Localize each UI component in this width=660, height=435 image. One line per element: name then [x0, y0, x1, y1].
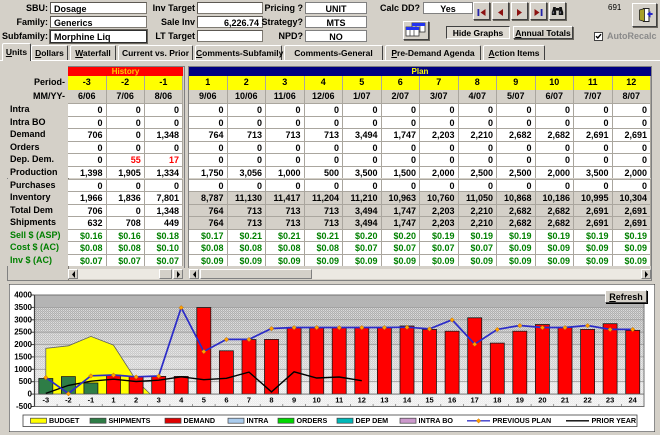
svg-text:4000: 4000: [14, 291, 32, 300]
svg-text:-3: -3: [42, 396, 49, 405]
svg-text:2500: 2500: [14, 328, 32, 337]
svg-text:12: 12: [358, 396, 366, 405]
svg-text:3000: 3000: [14, 315, 32, 324]
svg-text:5: 5: [202, 396, 206, 405]
svg-text:SHIPMENTS: SHIPMENTS: [109, 416, 151, 425]
svg-text:-500: -500: [16, 402, 33, 411]
svg-text:ORDERS: ORDERS: [297, 416, 328, 425]
svg-text:2: 2: [134, 396, 138, 405]
svg-text:8: 8: [269, 396, 273, 405]
svg-text:16: 16: [448, 396, 456, 405]
svg-text:14: 14: [403, 396, 412, 405]
svg-text:23: 23: [606, 396, 614, 405]
svg-text:6: 6: [224, 396, 228, 405]
svg-text:-2: -2: [65, 396, 72, 405]
svg-text:2000: 2000: [14, 340, 32, 349]
svg-text:INTRA BO: INTRA BO: [419, 416, 454, 425]
svg-text:1: 1: [111, 396, 115, 405]
svg-text:-1: -1: [88, 396, 95, 405]
svg-text:15: 15: [425, 396, 433, 405]
svg-text:17: 17: [471, 396, 479, 405]
svg-text:11: 11: [335, 396, 343, 405]
svg-text:20: 20: [538, 396, 546, 405]
svg-text:22: 22: [583, 396, 591, 405]
svg-text:24: 24: [629, 396, 638, 405]
svg-text:BUDGET: BUDGET: [49, 416, 80, 425]
svg-text:7: 7: [247, 396, 251, 405]
svg-text:PREVIOUS PLAN: PREVIOUS PLAN: [493, 416, 552, 425]
svg-text:PRIOR YEAR: PRIOR YEAR: [592, 416, 637, 425]
svg-text:1500: 1500: [14, 352, 32, 361]
svg-text:3: 3: [157, 396, 161, 405]
svg-text:13: 13: [380, 396, 388, 405]
svg-text:9: 9: [292, 396, 296, 405]
svg-text:21: 21: [561, 396, 569, 405]
svg-text:DEMAND: DEMAND: [184, 416, 216, 425]
svg-text:0: 0: [28, 390, 33, 399]
svg-text:DEP DEM: DEP DEM: [356, 416, 389, 425]
svg-text:10: 10: [313, 396, 321, 405]
svg-text:19: 19: [516, 396, 524, 405]
svg-text:1000: 1000: [14, 365, 32, 374]
svg-text:INTRA: INTRA: [247, 416, 269, 425]
svg-text:18: 18: [493, 396, 501, 405]
svg-text:3500: 3500: [14, 303, 32, 312]
svg-text:500: 500: [19, 377, 33, 386]
